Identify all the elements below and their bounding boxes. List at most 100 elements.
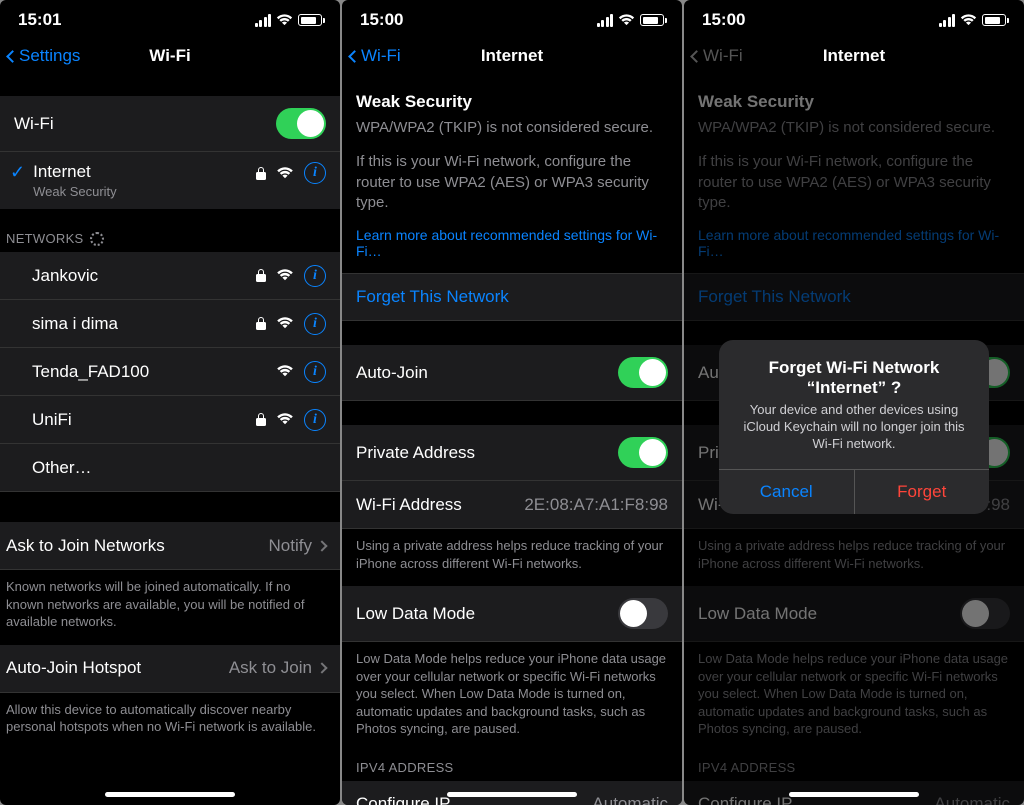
forget-button[interactable]: Forget: [855, 470, 990, 514]
network-name: UniFi: [32, 410, 256, 430]
network-name: Jankovic: [32, 266, 256, 286]
info-icon[interactable]: i: [304, 361, 326, 383]
battery-icon: [982, 14, 1006, 26]
cellular-icon: [255, 14, 272, 27]
wifi-toggle-row[interactable]: Wi-Fi: [0, 96, 340, 152]
connected-sub: Weak Security: [33, 184, 256, 199]
lock-icon: [256, 413, 266, 426]
forget-network-row[interactable]: Forget This Network: [342, 273, 682, 321]
network-row[interactable]: Tenda_FAD100 i: [0, 348, 340, 396]
home-indicator[interactable]: [447, 792, 577, 797]
wifi-signal-icon: [276, 167, 294, 180]
network-name: Tenda_FAD100: [32, 362, 276, 382]
wifi-status-icon: [276, 14, 293, 27]
ipv4-header: IPV4 ADDRESS: [342, 752, 682, 781]
network-row[interactable]: Other…: [0, 444, 340, 492]
info-icon[interactable]: i: [304, 162, 326, 184]
network-name: sima i dima: [32, 314, 256, 334]
low-data-label: Low Data Mode: [356, 604, 618, 624]
wifi-status-icon: [960, 14, 977, 27]
wifi-signal-icon: [276, 317, 294, 330]
hotspot-value: Ask to Join: [229, 658, 312, 678]
connected-network-row[interactable]: ✓ Internet Weak Security i: [0, 152, 340, 209]
learn-more-link[interactable]: Learn more about recommended settings fo…: [342, 213, 682, 273]
private-address-toggle[interactable]: [618, 437, 668, 468]
wifi-toggle-label: Wi-Fi: [14, 114, 276, 134]
wifi-status-icon: [618, 14, 635, 27]
wifi-address-value: 2E:08:A7:A1:F8:98: [524, 495, 668, 515]
connected-name: Internet: [33, 162, 256, 182]
chevron-left-icon: [690, 50, 703, 63]
wifi-address-row: Wi-Fi Address 2E:08:A7:A1:F8:98: [342, 481, 682, 529]
status-bar: 15:00: [684, 0, 1024, 36]
screen-forget-alert: 15:00 Wi-Fi Internet Weak Security WPA/W…: [684, 0, 1024, 805]
nav-bar: Settings Wi-Fi: [0, 36, 340, 78]
private-address-footer: Using a private address helps reduce tra…: [342, 529, 682, 586]
weak-body2: If this is your Wi-Fi network, configure…: [356, 152, 668, 213]
status-bar: 15:01: [0, 0, 340, 36]
wifi-address-label: Wi-Fi Address: [356, 495, 524, 515]
auto-join-label: Auto-Join: [356, 363, 618, 383]
weak-security-block: Weak Security WPA/WPA2 (TKIP) is not con…: [684, 78, 1024, 213]
hotspot-footer: Allow this device to automatically disco…: [0, 693, 340, 750]
cellular-icon: [939, 14, 956, 27]
forget-label: Forget This Network: [356, 287, 509, 307]
wifi-signal-icon: [276, 413, 294, 426]
private-address-label: Private Address: [356, 443, 618, 463]
ask-label: Ask to Join Networks: [6, 536, 269, 556]
lock-icon: [256, 269, 266, 282]
hotspot-label: Auto-Join Hotspot: [6, 658, 229, 678]
alert-message: Your device and other devices using iClo…: [733, 402, 975, 453]
chevron-left-icon: [6, 50, 19, 63]
back-label: Wi-Fi: [361, 46, 401, 66]
cellular-icon: [597, 14, 614, 27]
info-icon[interactable]: i: [304, 409, 326, 431]
home-indicator[interactable]: [789, 792, 919, 797]
auto-join-toggle[interactable]: [618, 357, 668, 388]
low-data-row[interactable]: Low Data Mode: [342, 586, 682, 642]
configure-ip-value: Automatic: [592, 794, 668, 805]
spinner-icon: [90, 232, 104, 246]
lock-icon: [256, 317, 266, 330]
info-icon[interactable]: i: [304, 265, 326, 287]
weak-body1: WPA/WPA2 (TKIP) is not considered secure…: [356, 118, 668, 138]
chevron-right-icon: [316, 662, 327, 673]
battery-icon: [640, 14, 664, 26]
status-bar: 15:00: [342, 0, 682, 36]
nav-bar: Wi-Fi Internet: [684, 36, 1024, 78]
auto-join-hotspot-row[interactable]: Auto-Join Hotspot Ask to Join: [0, 645, 340, 693]
cancel-button[interactable]: Cancel: [719, 470, 855, 514]
weak-security-block: Weak Security WPA/WPA2 (TKIP) is not con…: [342, 78, 682, 213]
info-icon[interactable]: i: [304, 313, 326, 335]
nav-bar: Wi-Fi Internet: [342, 36, 682, 78]
chevron-right-icon: [316, 540, 327, 551]
network-row[interactable]: Jankovic i: [0, 252, 340, 300]
chevron-left-icon: [348, 50, 361, 63]
network-row[interactable]: UniFi i: [0, 396, 340, 444]
low-data-footer: Low Data Mode helps reduce your iPhone d…: [342, 642, 682, 752]
low-data-toggle[interactable]: [618, 598, 668, 629]
ask-value: Notify: [269, 536, 312, 556]
screen-wifi-list: 15:01 Settings Wi-Fi Wi-Fi ✓ Internet We…: [0, 0, 340, 805]
checkmark-icon: ✓: [10, 162, 25, 183]
back-button[interactable]: Wi-Fi: [350, 46, 401, 66]
home-indicator[interactable]: [105, 792, 235, 797]
ask-to-join-row[interactable]: Ask to Join Networks Notify: [0, 522, 340, 570]
lock-icon: [256, 167, 266, 180]
back-label: Wi-Fi: [703, 46, 743, 66]
weak-title: Weak Security: [356, 92, 668, 112]
network-row[interactable]: sima i dima i: [0, 300, 340, 348]
wifi-toggle[interactable]: [276, 108, 326, 139]
private-address-row[interactable]: Private Address: [342, 425, 682, 481]
status-time: 15:00: [360, 10, 403, 30]
status-time: 15:01: [18, 10, 61, 30]
back-button: Wi-Fi: [692, 46, 743, 66]
ask-footer: Known networks will be joined automatica…: [0, 570, 340, 645]
alert-title: Forget Wi-Fi Network “Internet” ?: [733, 358, 975, 398]
back-button[interactable]: Settings: [8, 46, 80, 66]
wifi-signal-icon: [276, 365, 294, 378]
screen-network-detail: 15:00 Wi-Fi Internet Weak Security WPA/W…: [342, 0, 682, 805]
auto-join-row[interactable]: Auto-Join: [342, 345, 682, 401]
battery-icon: [298, 14, 322, 26]
wifi-signal-icon: [276, 269, 294, 282]
